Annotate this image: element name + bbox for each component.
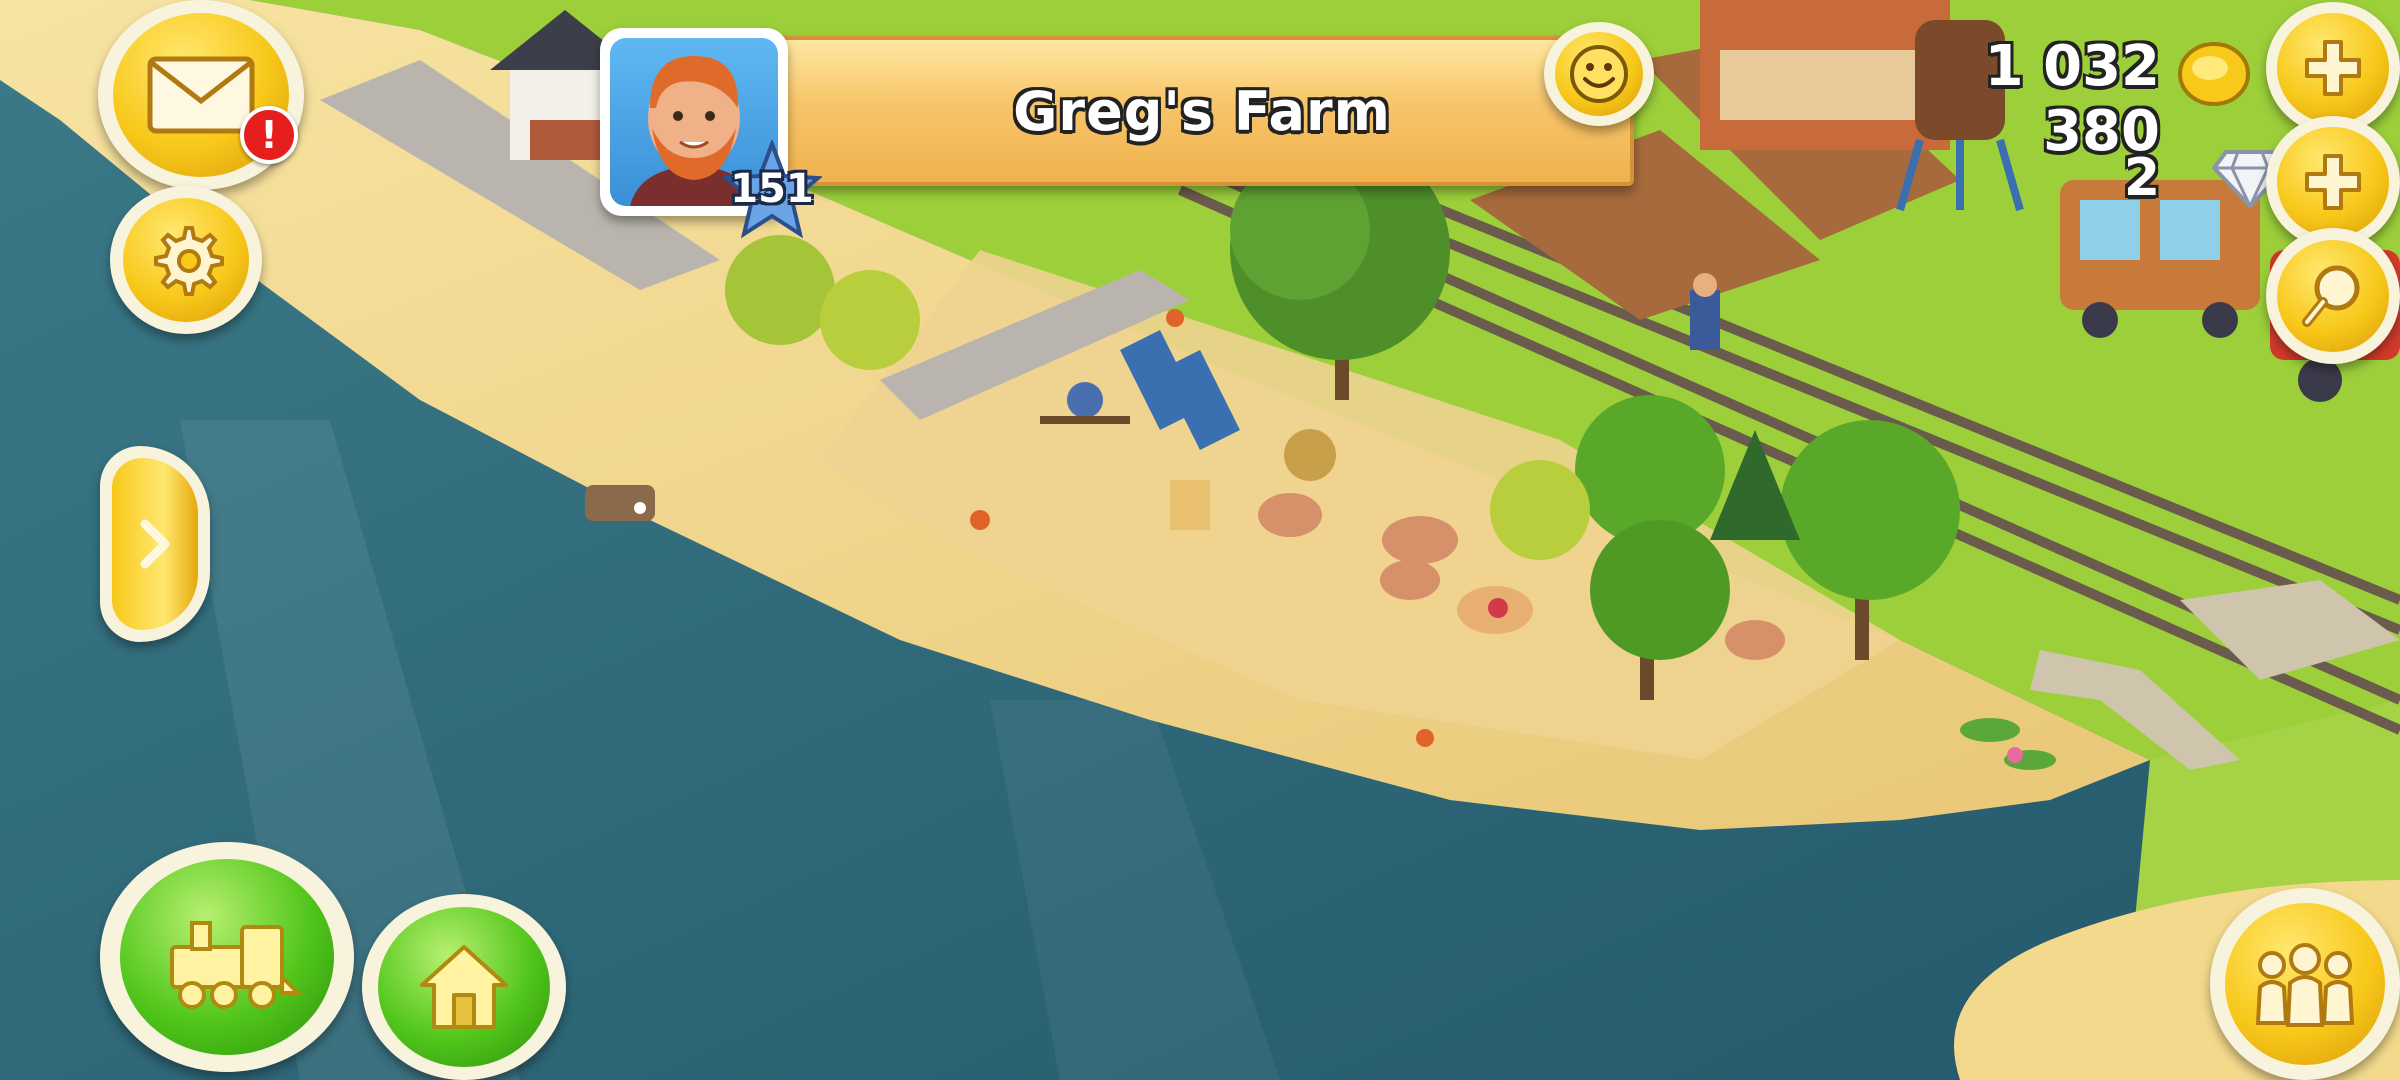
expand-panel-button[interactable] (100, 446, 210, 642)
coin-count: 1 032 380 (1984, 34, 2160, 164)
farmer-npc (1690, 273, 1720, 350)
farm-name-banner: Greg's Farm (770, 36, 1634, 186)
player-level: 151 (730, 166, 814, 212)
treasure-chest (585, 485, 655, 521)
house-icon (420, 945, 508, 1029)
plus-icon (2305, 154, 2361, 210)
add-coins-button[interactable] (2266, 2, 2400, 134)
magnifier-icon (2302, 265, 2360, 327)
emote-button[interactable] (1544, 22, 1654, 126)
train-button[interactable] (100, 842, 354, 1072)
farm-name: Greg's Farm (1013, 80, 1391, 143)
diamond-count: 2 (2123, 148, 2160, 208)
home-button[interactable] (362, 894, 566, 1080)
settings-button[interactable] (110, 186, 262, 334)
coin-icon (2178, 42, 2250, 106)
smiley-icon (1570, 45, 1628, 103)
sandcastle (1170, 480, 1210, 530)
search-button[interactable] (2266, 228, 2400, 364)
people-icon (2255, 943, 2355, 1027)
diving-helmet (1284, 429, 1336, 481)
clam-shell (1457, 586, 1533, 634)
plus-icon (2305, 40, 2361, 96)
friends-button[interactable] (2210, 888, 2400, 1080)
mail-notification-badge: ! (240, 106, 298, 164)
envelope-icon (147, 56, 255, 134)
train-icon (170, 921, 302, 1009)
chevron-right-icon (140, 519, 170, 569)
gear-icon (154, 226, 224, 296)
